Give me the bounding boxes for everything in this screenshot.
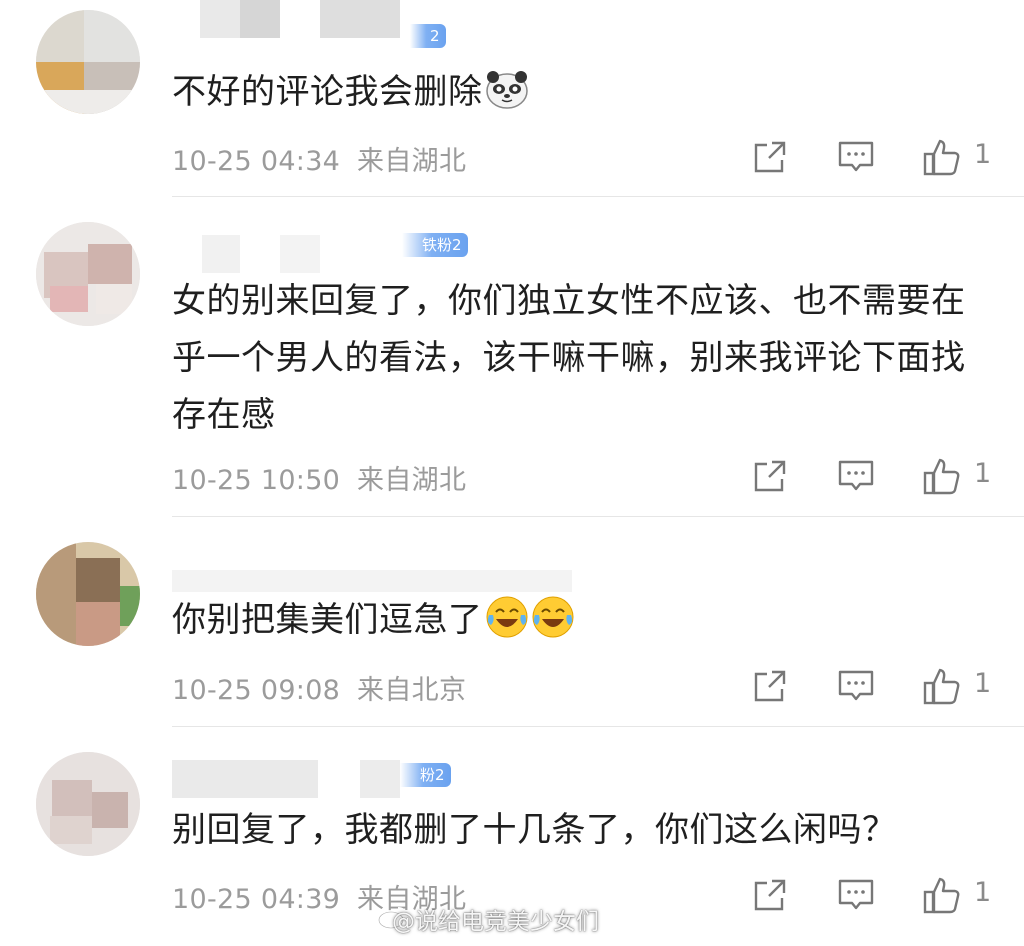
location: 来自北京 [357, 675, 467, 706]
comment-text: 别回复了，我都删了十几条了，你们这么闲吗？ [172, 810, 897, 850]
share-icon[interactable] [750, 456, 790, 496]
avatar[interactable] [36, 10, 140, 114]
comment-text: 你别把集美们逗急了 [172, 592, 992, 649]
avatar[interactable] [36, 542, 140, 646]
like-count: 1 [974, 668, 992, 699]
divider [172, 196, 1024, 197]
laughing-crying-emoji [486, 596, 527, 638]
panda-emoji [485, 71, 528, 109]
comment-actions: 1 [748, 875, 998, 915]
location: 来自湖北 [357, 465, 467, 496]
comment-actions: 1 [748, 456, 998, 496]
comment-icon[interactable] [836, 137, 876, 177]
timestamp: 10-25 10:50 [172, 465, 341, 496]
thumbs-up-icon[interactable] [922, 875, 962, 915]
comment-icon[interactable] [836, 456, 876, 496]
share-icon[interactable] [750, 137, 790, 177]
comment-actions: 1 [748, 666, 998, 706]
comment-meta: 10-25 10:50 来自湖北 [172, 458, 466, 497]
divider [172, 516, 1024, 517]
fan-badge: 粉2 [400, 763, 451, 787]
comment-text: 女的别来回复了，你们独立女性不应该、也不需要在乎一个男人的看法，该干嘛干嘛，别来… [172, 281, 966, 435]
like-count: 1 [974, 458, 992, 489]
divider [172, 726, 1024, 727]
like-count: 1 [974, 877, 992, 908]
fan-badge: 2 [410, 24, 446, 48]
like-count: 1 [974, 139, 992, 170]
avatar[interactable] [36, 752, 140, 856]
timestamp: 10-25 04:34 [172, 146, 341, 177]
laughing-crying-emoji [532, 596, 573, 638]
thumbs-up-icon[interactable] [922, 456, 962, 496]
comment-meta: 10-25 04:34 来自湖北 [172, 139, 466, 178]
watermark: @说给电竞美少女们 [392, 909, 599, 935]
comment-actions: 1 [748, 137, 998, 177]
timestamp: 10-25 09:08 [172, 675, 341, 706]
comment-text: 不好的评论我会删除 [172, 64, 992, 121]
share-icon[interactable] [750, 666, 790, 706]
thumbs-up-icon[interactable] [922, 137, 962, 177]
thumbs-up-icon[interactable] [922, 666, 962, 706]
fan-badge: 铁粉2 [402, 233, 468, 257]
comment-icon[interactable] [836, 666, 876, 706]
share-icon[interactable] [750, 875, 790, 915]
timestamp: 10-25 04:39 [172, 884, 341, 915]
comment-icon[interactable] [836, 875, 876, 915]
avatar[interactable] [36, 222, 140, 326]
location: 来自湖北 [357, 146, 467, 177]
comment-meta: 10-25 09:08 来自北京 [172, 668, 466, 707]
